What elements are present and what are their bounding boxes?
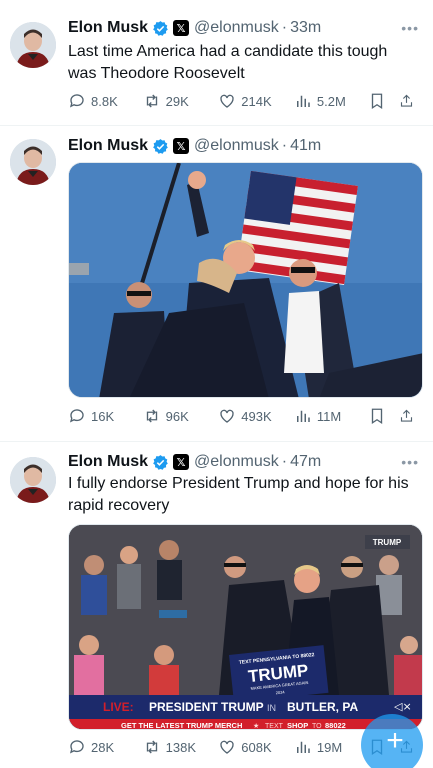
view-count: 19M [316, 739, 343, 755]
author-handle[interactable]: @elonmusk [194, 453, 279, 471]
reply-count: 8.8K [91, 93, 118, 109]
x-badge-icon: 𝕏 [173, 454, 190, 470]
author-name[interactable]: Elon Musk [68, 453, 148, 471]
repost-count: 96K [165, 408, 189, 424]
headline-b: BUTLER, PA [287, 700, 358, 714]
reply-button[interactable]: 8.8K [68, 92, 143, 110]
reply-count: 28K [91, 739, 115, 755]
more-icon[interactable]: ••• [401, 20, 419, 36]
like-count: 214K [241, 93, 272, 109]
views-button[interactable]: 5.2M [294, 92, 368, 110]
verified-icon [153, 138, 168, 154]
like-button[interactable]: 214K [218, 92, 294, 110]
tweet-1[interactable]: Elon Musk 𝕏 @elonmusk · 33m ••• Last tim… [0, 0, 433, 126]
views-button[interactable]: 19M [294, 738, 368, 756]
reply-icon [69, 409, 84, 423]
reply-button[interactable]: 28K [68, 738, 143, 756]
tweet-text: Last time America had a candidate this t… [68, 43, 388, 82]
bookmark-icon [371, 93, 382, 110]
views-icon [296, 95, 310, 107]
tweet-photo[interactable] [68, 162, 423, 398]
repost-icon [146, 94, 157, 108]
author-name[interactable]: Elon Musk [68, 19, 148, 37]
tweet-header: Elon Musk 𝕏 @elonmusk · 41m [68, 135, 321, 157]
ticker-d: TO [312, 723, 322, 730]
tweet-header: Elon Musk 𝕏 @elonmusk · 47m [68, 451, 321, 473]
views-button[interactable]: 11M [294, 407, 368, 425]
views-icon [296, 410, 310, 422]
like-icon [220, 740, 234, 754]
like-count: 493K [241, 408, 272, 424]
repost-button[interactable]: 138K [143, 738, 219, 756]
timestamp[interactable]: 33m [290, 19, 321, 37]
repost-count: 138K [165, 739, 197, 755]
separator: · [281, 19, 288, 36]
author-name[interactable]: Elon Musk [68, 137, 148, 155]
view-count: 5.2M [316, 93, 346, 109]
repost-icon [146, 409, 157, 423]
ticker-c: SHOP [287, 721, 308, 730]
tweet-3[interactable]: Elon Musk 𝕏 @elonmusk · 47m ••• I fully … [0, 442, 433, 768]
like-icon [220, 94, 234, 108]
x-badge-icon: 𝕏 [173, 20, 190, 36]
reply-icon [69, 740, 84, 754]
repost-count: 29K [165, 93, 189, 109]
ticker-b: TEXT [265, 723, 284, 730]
bookmark-button[interactable] [368, 407, 399, 425]
tweet-text: I fully endorse President Trump and hope… [68, 475, 409, 514]
like-count: 608K [241, 739, 272, 755]
more-icon[interactable]: ••• [401, 454, 419, 470]
ticker-e: 88022 [325, 721, 346, 730]
mute-icon[interactable]: ◁× [394, 700, 412, 713]
compose-button[interactable]: + [361, 714, 423, 768]
verified-icon [153, 454, 168, 470]
ticker-a: GET THE LATEST TRUMP MERCH [121, 721, 242, 730]
tweet-actions: 16K 96K 493K 11M [68, 405, 419, 427]
views-icon [296, 741, 310, 753]
live-label: LIVE: [103, 700, 134, 714]
share-icon [400, 94, 413, 107]
view-count: 11M [316, 408, 342, 424]
like-button[interactable]: 608K [218, 738, 294, 756]
repost-icon [146, 740, 157, 754]
repost-button[interactable]: 29K [143, 92, 219, 110]
share-button[interactable] [399, 92, 419, 110]
separator: · [281, 453, 288, 470]
reply-count: 16K [91, 408, 115, 424]
timestamp[interactable]: 47m [290, 453, 321, 471]
author-handle[interactable]: @elonmusk [194, 137, 279, 155]
separator: · [281, 137, 288, 154]
sign-year-text: 2024 [275, 689, 285, 695]
ticker-star: ★ [253, 722, 259, 730]
reply-button[interactable]: 16K [68, 407, 143, 425]
avatar[interactable] [10, 457, 56, 503]
bookmark-button[interactable] [368, 92, 399, 110]
headline-a: PRESIDENT TRUMP [149, 700, 264, 714]
avatar[interactable] [10, 22, 56, 68]
corner-logo-text: TRUMP [373, 538, 402, 547]
like-button[interactable]: 493K [218, 407, 294, 425]
bookmark-icon [371, 408, 382, 425]
verified-icon [153, 20, 168, 36]
author-handle[interactable]: @elonmusk [194, 19, 279, 37]
timestamp[interactable]: 41m [290, 137, 321, 155]
repost-button[interactable]: 96K [143, 407, 219, 425]
tweet-actions: 8.8K 29K 214K 5.2M [68, 90, 419, 112]
avatar[interactable] [10, 139, 56, 185]
headline-in: IN [267, 703, 276, 713]
tweet-header: Elon Musk 𝕏 @elonmusk · 33m [68, 17, 321, 39]
share-icon [400, 409, 413, 422]
tweet-2[interactable]: Elon Musk 𝕏 @elonmusk · 41m 16K 96K 493K… [0, 126, 433, 442]
like-icon [220, 409, 234, 423]
compose-icon: + [386, 724, 404, 757]
share-button[interactable] [399, 407, 419, 425]
tweet-video[interactable]: TEXT PENNSYLVANIA TO 88022 TRUMP MAKE AM… [68, 524, 423, 730]
x-badge-icon: 𝕏 [173, 138, 190, 154]
reply-icon [69, 94, 84, 108]
